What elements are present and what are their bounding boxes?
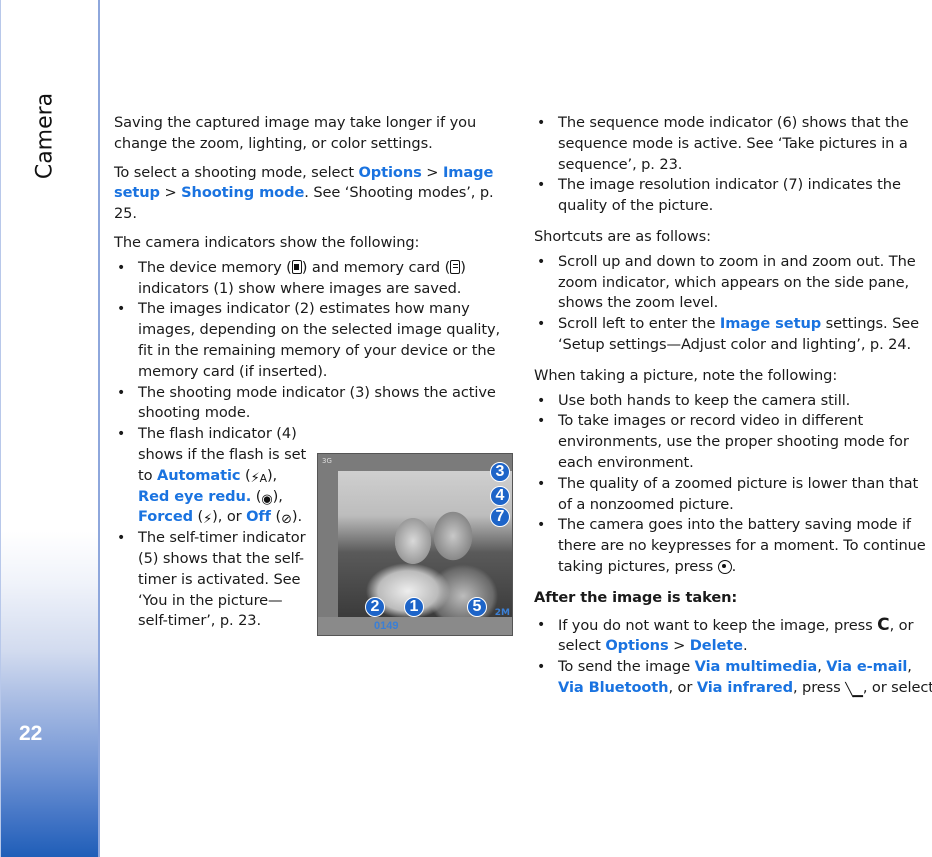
text: ).	[291, 508, 303, 526]
indicators-heading: The camera indicators show the following…	[114, 233, 420, 251]
resolution-indicator: 2M	[494, 608, 510, 618]
list-item-shooting-mode: The shooting mode indicator (3) shows th…	[114, 383, 514, 425]
shortcuts-list: Scroll up and down to zoom in and zoom o…	[534, 252, 932, 356]
clear-key-icon: C	[877, 614, 890, 635]
text: To send the image	[558, 658, 695, 676]
list-item-images: The images indicator (2) estimates how m…	[114, 299, 514, 382]
taking-heading: When taking a picture, note the followin…	[534, 366, 838, 384]
shooting-mode-link[interactable]: Shooting mode	[181, 184, 304, 201]
viewfinder-status-bar	[318, 617, 512, 635]
text: .	[731, 557, 737, 575]
list-item-battery: The camera goes into the battery saving …	[534, 515, 932, 577]
taking-list: Use both hands to keep the camera still.…	[534, 391, 932, 578]
call-key-icon: ╲▁	[845, 682, 863, 698]
list-item-environments: To take images or record video in differ…	[534, 411, 932, 473]
image-setup-link[interactable]: Image setup	[720, 315, 821, 332]
shortcuts-heading: Shortcuts are as follows:	[534, 227, 711, 245]
separator: >	[668, 637, 690, 655]
text: , press	[792, 678, 846, 696]
red-eye-icon: ◉	[261, 491, 273, 507]
text: .	[742, 637, 748, 655]
text: ) and memory card (	[301, 258, 451, 276]
text: ),	[272, 487, 283, 505]
image-count: 0149	[374, 620, 399, 632]
chapter-title: Camera	[32, 92, 58, 180]
list-item-zoom: Scroll up and down to zoom in and zoom o…	[534, 252, 932, 314]
separator: ,	[817, 658, 827, 676]
after-heading: After the image is taken:	[534, 588, 738, 606]
list-item-self-timer: The self-timer indicator (5) shows that …	[114, 528, 308, 632]
off-link[interactable]: Off	[246, 508, 271, 525]
text: , or select	[862, 678, 932, 696]
list-item-send: To send the image Via multimedia, Via e-…	[534, 657, 932, 699]
separator: >	[421, 163, 443, 181]
text: ),	[266, 466, 278, 484]
options-link[interactable]: Options	[359, 164, 422, 181]
separator: ,	[907, 658, 912, 676]
list-item-resolution: The image resolution indicator (7) indic…	[534, 175, 932, 217]
list-item-sequence: The sequence mode indicator (6) shows th…	[534, 113, 932, 175]
camera-viewfinder-screenshot: 3G 0149 2M 3 4 7 2 1 5	[317, 453, 513, 636]
text: To select a shooting mode, select	[114, 163, 359, 181]
callout-4: 4	[490, 486, 510, 506]
callout-1: 1	[404, 597, 424, 617]
separator: >	[159, 184, 182, 202]
list-item-memory: The device memory () and memory card () …	[114, 258, 514, 300]
text: The device memory (	[138, 258, 292, 276]
shooting-mode-paragraph: To select a shooting mode, select Option…	[114, 163, 514, 225]
automatic-link[interactable]: Automatic	[157, 467, 241, 484]
callout-3: 3	[490, 462, 510, 482]
memory-card-icon	[450, 259, 461, 274]
flash-off-icon: ⊘	[281, 512, 292, 528]
viewfinder-image	[338, 471, 512, 619]
options-link[interactable]: Options	[605, 637, 668, 654]
via-bluetooth-link[interactable]: Via Bluetooth	[558, 679, 669, 696]
forced-link[interactable]: Forced	[138, 508, 193, 525]
red-eye-link[interactable]: Red eye redu.	[138, 488, 251, 505]
text: Scroll left to enter the	[558, 315, 720, 333]
intro-paragraph: Saving the captured image may take longe…	[114, 114, 477, 152]
via-email-link[interactable]: Via e-mail	[826, 658, 907, 675]
via-infrared-link[interactable]: Via infrared	[697, 679, 793, 696]
flash-forced-icon: ⚡	[203, 512, 213, 528]
flash-auto-icon: ⚡A	[250, 470, 267, 486]
network-indicator: 3G	[322, 457, 332, 465]
list-item-flash: The flash indicator (4) shows if the fla…	[114, 424, 308, 528]
separator: , or	[668, 678, 697, 696]
callout-2: 2	[365, 597, 385, 617]
text: ), or	[212, 508, 247, 526]
list-item-image-setup: Scroll left to enter the Image setup set…	[534, 314, 932, 356]
text: The camera goes into the battery saving …	[558, 516, 926, 575]
chapter-sidebar: Camera 22	[0, 0, 100, 857]
capture-key-icon	[717, 559, 732, 574]
list-item-zoom-quality: The quality of a zoomed picture is lower…	[534, 474, 932, 516]
via-multimedia-link[interactable]: Via multimedia	[695, 658, 818, 675]
list-item-delete: If you do not want to keep the image, pr…	[534, 615, 932, 658]
indicators-list-continued: The sequence mode indicator (6) shows th…	[534, 113, 932, 217]
callout-7: 7	[490, 507, 510, 527]
text: If you do not want to keep the image, pr…	[558, 616, 878, 634]
list-item-hands: Use both hands to keep the camera still.	[534, 391, 932, 412]
page-number: 22	[19, 722, 43, 745]
after-list: If you do not want to keep the image, pr…	[534, 615, 932, 699]
delete-link[interactable]: Delete	[690, 637, 743, 654]
right-column: The sequence mode indicator (6) shows th…	[534, 113, 932, 707]
callout-5: 5	[467, 597, 487, 617]
device-memory-icon	[291, 259, 302, 274]
